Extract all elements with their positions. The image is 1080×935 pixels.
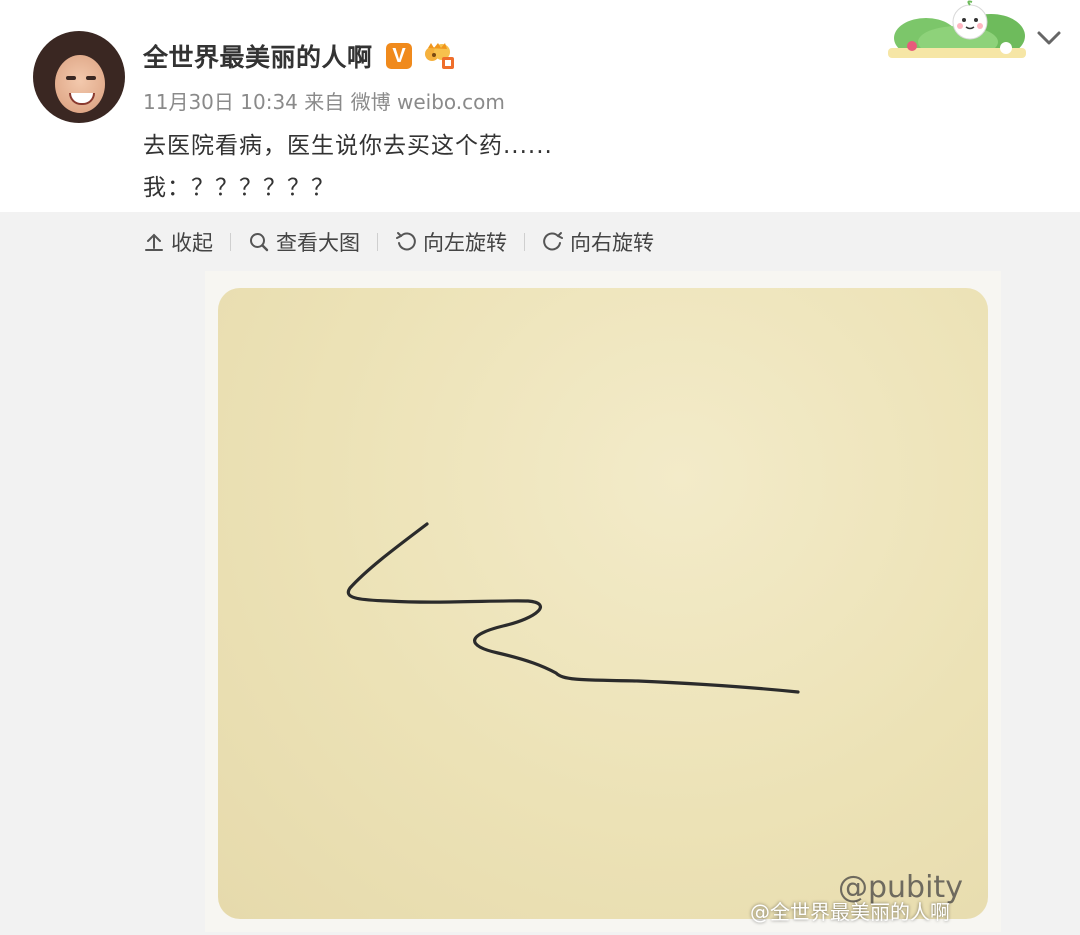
verified-badge-icon: V: [386, 43, 412, 69]
scribble-drawing: [346, 522, 800, 694]
post-meta: 11月30日 10:34 来自 微博 weibo.com: [143, 86, 505, 115]
search-icon: [250, 233, 269, 252]
collapse-label: 收起: [171, 231, 213, 255]
rotate-left-button[interactable]: 向左旋转: [395, 227, 507, 257]
rotate-left-label: 向左旋转: [423, 231, 507, 255]
post-image[interactable]: @pubity @全世界最美丽的人啊: [205, 271, 1001, 932]
view-large-button[interactable]: 查看大图: [248, 227, 360, 257]
view-large-label: 查看大图: [276, 231, 360, 255]
post-source[interactable]: 来自 微博 weibo.com: [304, 90, 505, 114]
post-text-line1: 去医院看病，医生说你去买这个药......: [143, 133, 553, 159]
avatar-eye: [86, 76, 96, 80]
avatar[interactable]: [33, 31, 125, 123]
prescription-paper: @pubity: [218, 288, 988, 919]
toolbar-divider: [377, 233, 378, 251]
collapse-up-icon: [145, 233, 163, 251]
post-timestamp: 11月30日 10:34: [143, 90, 298, 114]
image-toolbar: 收起 查看大图 向左旋转 向右旋转: [143, 228, 654, 256]
author-name[interactable]: 全世界最美丽的人啊: [143, 38, 373, 74]
rotate-right-label: 向右旋转: [570, 231, 654, 255]
post-text-line2: 我：？？？？？？: [143, 175, 335, 201]
rotate-right-icon: [543, 232, 563, 251]
decorative-sticker-icon: [888, 0, 1026, 58]
avatar-eye: [66, 76, 76, 80]
collapse-button[interactable]: 收起: [143, 227, 213, 257]
crown-icon[interactable]: [422, 42, 456, 70]
post-header: 全世界最美丽的人啊 V 11月30日 10:34 来自 微博 weibo.com…: [0, 0, 1080, 212]
toolbar-divider: [230, 233, 231, 251]
chevron-down-icon[interactable]: [1036, 28, 1062, 48]
toolbar-divider: [524, 233, 525, 251]
rotate-right-button[interactable]: 向右旋转: [542, 227, 654, 257]
weibo-watermark: @全世界最美丽的人啊: [750, 900, 950, 924]
rotate-left-icon: [396, 232, 416, 251]
